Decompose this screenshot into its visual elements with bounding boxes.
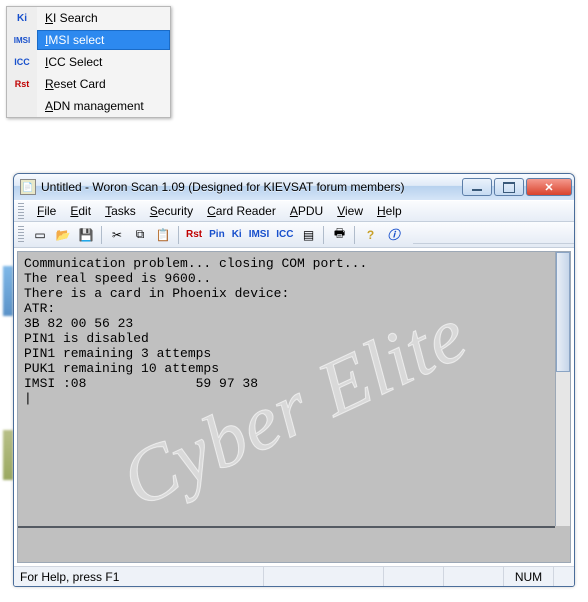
- menu-item-label: ADN management: [37, 99, 170, 113]
- menu-security[interactable]: Security: [143, 202, 200, 220]
- status-help-text: For Help, press F1: [14, 567, 264, 586]
- status-numlock: NUM: [504, 567, 554, 586]
- menu-edit[interactable]: Edit: [63, 202, 98, 220]
- menu-file[interactable]: File: [30, 202, 63, 220]
- status-pane: [444, 567, 504, 586]
- info-button[interactable]: ⓘ: [382, 224, 404, 246]
- vertical-scrollbar[interactable]: [555, 252, 570, 526]
- menu-item-label: Reset Card: [37, 77, 170, 91]
- ki-button[interactable]: Ki: [229, 224, 245, 246]
- new-button[interactable]: ▭: [29, 224, 51, 246]
- separator: [354, 226, 355, 244]
- background-artifact: [3, 266, 13, 316]
- info-icon: ⓘ: [387, 226, 399, 243]
- reset-icon: Rst: [7, 73, 37, 95]
- close-button[interactable]: [526, 178, 572, 196]
- script-button[interactable]: ▤: [297, 224, 319, 246]
- menu-item-reset-card[interactable]: Rst Reset Card: [7, 73, 170, 95]
- pin-button[interactable]: Pin: [206, 224, 228, 246]
- icc-button[interactable]: ICC: [273, 224, 296, 246]
- help-button[interactable]: ?: [359, 224, 381, 246]
- toolbar: ▭ 📂 💾 ✂ ⧉ 📋 Rst Pin Ki IMSI ICC ▤ 🖶 ? ⓘ: [14, 222, 574, 248]
- open-button[interactable]: 📂: [52, 224, 74, 246]
- cut-button[interactable]: ✂: [106, 224, 128, 246]
- menu-item-ki-search[interactable]: Ki KI Search: [7, 7, 170, 29]
- separator: [323, 226, 324, 244]
- app-icon: 📄: [20, 179, 36, 195]
- client-area: Communication problem... closing COM por…: [17, 251, 571, 563]
- window-title: Untitled - Woron Scan 1.09 (Designed for…: [41, 180, 460, 194]
- separator: [178, 226, 179, 244]
- copy-icon: ⧉: [136, 227, 145, 242]
- background-artifact: [3, 430, 13, 480]
- menu-item-label: KI Search: [37, 11, 170, 25]
- resize-grip[interactable]: [554, 567, 574, 586]
- copy-button[interactable]: ⧉: [129, 224, 151, 246]
- folder-open-icon: 📂: [56, 228, 71, 242]
- paste-button[interactable]: 📋: [152, 224, 174, 246]
- menu-apdu[interactable]: APDU: [283, 202, 330, 220]
- output-pane[interactable]: Communication problem... closing COM por…: [18, 252, 570, 562]
- paste-icon: 📋: [156, 228, 171, 242]
- menu-item-label: IMSI select: [37, 30, 170, 50]
- status-pane: [384, 567, 444, 586]
- gripper-icon[interactable]: [18, 203, 24, 219]
- menu-bar: File Edit Tasks Security Card Reader APD…: [14, 200, 574, 222]
- menu-help[interactable]: Help: [370, 202, 409, 220]
- menu-view[interactable]: View: [330, 202, 370, 220]
- icc-icon: ICC: [7, 51, 37, 73]
- new-file-icon: ▭: [34, 228, 45, 242]
- output-text: Communication problem... closing COM por…: [18, 252, 570, 410]
- ki-icon: Ki: [7, 7, 37, 29]
- toolbar-edge: [413, 243, 574, 244]
- question-icon: ?: [367, 228, 374, 242]
- menu-card-reader[interactable]: Card Reader: [200, 202, 283, 220]
- status-bar: For Help, press F1 NUM: [14, 566, 574, 586]
- menu-item-imsi-select[interactable]: IMSI IMSI select: [7, 29, 170, 51]
- imsi-button[interactable]: IMSI: [246, 224, 273, 246]
- save-button[interactable]: 💾: [75, 224, 97, 246]
- menu-tasks[interactable]: Tasks: [98, 202, 143, 220]
- imsi-icon: IMSI: [7, 29, 37, 51]
- app-window: 📄 Untitled - Woron Scan 1.09 (Designed f…: [13, 173, 575, 587]
- gripper-icon[interactable]: [18, 226, 24, 244]
- menu-item-label: ICC Select: [37, 55, 170, 69]
- print-button[interactable]: 🖶: [328, 224, 350, 246]
- printer-icon: 🖶: [334, 224, 345, 245]
- menu-item-icc-select[interactable]: ICC ICC Select: [7, 51, 170, 73]
- reset-button[interactable]: Rst: [183, 224, 205, 246]
- minimize-button[interactable]: [462, 178, 492, 196]
- separator: [101, 226, 102, 244]
- floppy-icon: 💾: [79, 228, 94, 242]
- input-panel[interactable]: [18, 526, 555, 562]
- menu-item-adn-management[interactable]: ADN management: [7, 95, 170, 117]
- scissors-icon: ✂: [112, 228, 122, 242]
- context-menu: Ki KI Search IMSI IMSI select ICC ICC Se…: [6, 6, 171, 118]
- blank-icon: [7, 95, 37, 117]
- maximize-button[interactable]: [494, 178, 524, 196]
- scroll-thumb[interactable]: [556, 252, 570, 372]
- document-icon: ▤: [303, 228, 314, 242]
- status-pane: [264, 567, 384, 586]
- titlebar[interactable]: 📄 Untitled - Woron Scan 1.09 (Designed f…: [14, 174, 574, 200]
